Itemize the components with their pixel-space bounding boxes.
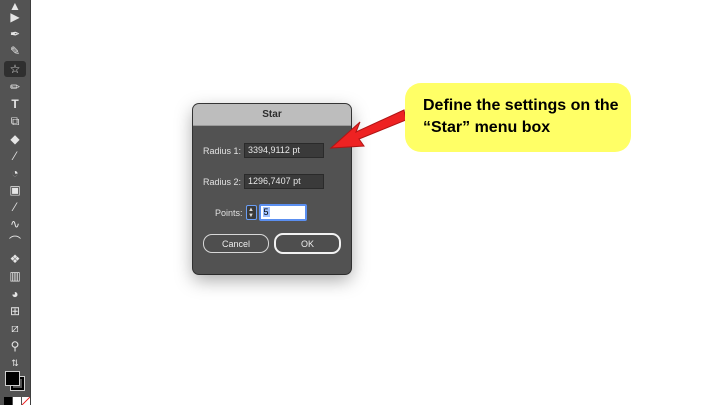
points-row: Points: ▲ ▼ 5 <box>215 204 307 221</box>
callout-text: Define the settings on the “Star” menu b… <box>423 97 619 136</box>
instruction-callout: Define the settings on the “Star” menu b… <box>405 83 631 152</box>
ok-button[interactable]: OK <box>274 233 341 254</box>
gradient-mode-swatch[interactable] <box>22 397 30 405</box>
direct-selection-tool-icon[interactable]: ▶ <box>4 9 26 25</box>
shape-builder-tool-icon[interactable]: ◔ <box>4 165 26 181</box>
gradient-tool-icon[interactable]: ▣ <box>4 182 26 198</box>
symbol-sprayer-tool-icon[interactable]: ❖ <box>4 251 26 267</box>
swap-fill-stroke-icon[interactable]: ⇅ <box>4 355 26 371</box>
fill-swatch[interactable] <box>5 371 20 386</box>
stepper-down-icon[interactable]: ▼ <box>247 213 256 219</box>
eyedropper-tool-icon[interactable]: ⁄ <box>4 148 26 164</box>
cancel-button[interactable]: Cancel <box>203 234 269 253</box>
paintbrush-tool-icon[interactable]: ✏ <box>4 79 26 95</box>
pointer-arrow-icon <box>329 109 407 149</box>
zoom-tool-icon[interactable]: ⚲ <box>4 338 26 354</box>
slice-tool-icon[interactable]: ⧄ <box>4 320 26 336</box>
eyedropper-tool-2-icon[interactable]: ⁄ <box>4 199 26 215</box>
star-tool-icon[interactable]: ☆ <box>4 61 26 77</box>
column-graph-tool-icon[interactable]: ▥ <box>4 268 26 284</box>
radius2-input[interactable]: 1296,7407 pt <box>244 174 325 189</box>
artboard-tool-icon[interactable]: ⊞ <box>4 303 26 319</box>
radius1-label: Radius 1: <box>203 145 242 156</box>
tools-panel: ▲ ▶ ✒ ✎ ☆ ✏ T ⧉ ◆ ⁄ ◔ ▣ ⁄ ∿ ⌒ ❖ ▥ ◕ ⊞ ⧄ … <box>0 0 31 405</box>
radius1-row: Radius 1: 3394,9112 pt <box>203 143 325 158</box>
radius1-input[interactable]: 3394,9112 pt <box>244 143 325 158</box>
points-value: 5 <box>262 207 270 217</box>
type-tool-icon[interactable]: T <box>4 96 26 112</box>
eraser-tool-icon[interactable]: ◆ <box>4 131 26 147</box>
dialog-title: Star <box>262 109 282 120</box>
radius2-label: Radius 2: <box>203 176 242 187</box>
pen-tool-icon[interactable]: ✒ <box>4 26 26 42</box>
blend-tool-icon[interactable]: ∿ <box>4 216 26 232</box>
color-mode-swatch[interactable] <box>4 397 12 405</box>
curvature-tool-icon[interactable]: ✎ <box>4 43 26 59</box>
points-stepper[interactable]: ▲ ▼ <box>245 205 257 220</box>
scale-tool-icon[interactable]: ⧉ <box>4 113 26 129</box>
pie-graph-tool-icon[interactable]: ◕ <box>4 286 26 302</box>
arc-tool-icon[interactable]: ⌒ <box>4 234 26 250</box>
points-input[interactable]: 5 <box>258 204 307 221</box>
points-label: Points: <box>215 207 243 218</box>
radius2-row: Radius 2: 1296,7407 pt <box>203 174 325 189</box>
none-mode-swatch[interactable] <box>13 397 21 405</box>
